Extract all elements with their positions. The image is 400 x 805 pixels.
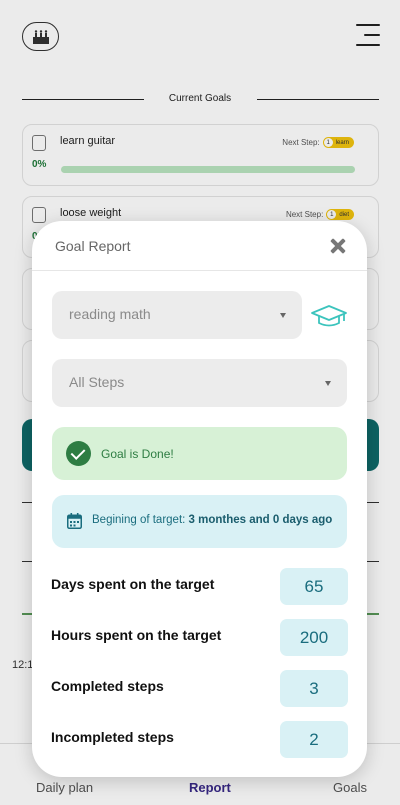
- stat-value: 2: [280, 721, 348, 758]
- goal-done-text: Goal is Done!: [101, 447, 174, 461]
- calendar-icon: [67, 513, 82, 529]
- begin-target-text: Begining of target: 3 monthes and 0 days…: [92, 514, 332, 526]
- close-icon[interactable]: [327, 235, 349, 257]
- goal-done-banner: Goal is Done!: [52, 427, 347, 480]
- modal-header: Goal Report: [32, 221, 367, 271]
- check-circle-icon: [66, 441, 91, 466]
- graduation-cap-icon: [311, 305, 347, 327]
- stat-label: Days spent on the target: [51, 576, 215, 592]
- begin-target-label: Begining of target:: [92, 514, 186, 526]
- chevron-down-icon: [325, 381, 331, 386]
- stat-row-hours: Hours spent on the target 200: [51, 619, 348, 656]
- modal-title: Goal Report: [55, 238, 131, 254]
- goal-select[interactable]: reading math: [52, 291, 302, 339]
- stat-row-completed: Completed steps 3: [51, 670, 348, 707]
- steps-select-value: All Steps: [69, 374, 125, 390]
- stat-value: 65: [280, 568, 348, 605]
- stat-value: 200: [280, 619, 348, 656]
- stat-row-incompleted: Incompleted steps 2: [51, 721, 348, 758]
- goal-report-modal: Goal Report reading math All Steps Goal …: [32, 221, 367, 777]
- goal-select-value: reading math: [69, 306, 151, 322]
- stat-label: Completed steps: [51, 678, 164, 694]
- begin-target-value: 3 monthes and 0 days ago: [188, 514, 333, 526]
- stat-label: Hours spent on the target: [51, 627, 222, 643]
- stat-label: Incompleted steps: [51, 729, 174, 745]
- begin-target-banner: Begining of target: 3 monthes and 0 days…: [52, 495, 347, 548]
- steps-select[interactable]: All Steps: [52, 359, 347, 407]
- stat-row-days: Days spent on the target 65: [51, 568, 348, 605]
- stat-value: 3: [280, 670, 348, 707]
- chevron-down-icon: [280, 313, 286, 318]
